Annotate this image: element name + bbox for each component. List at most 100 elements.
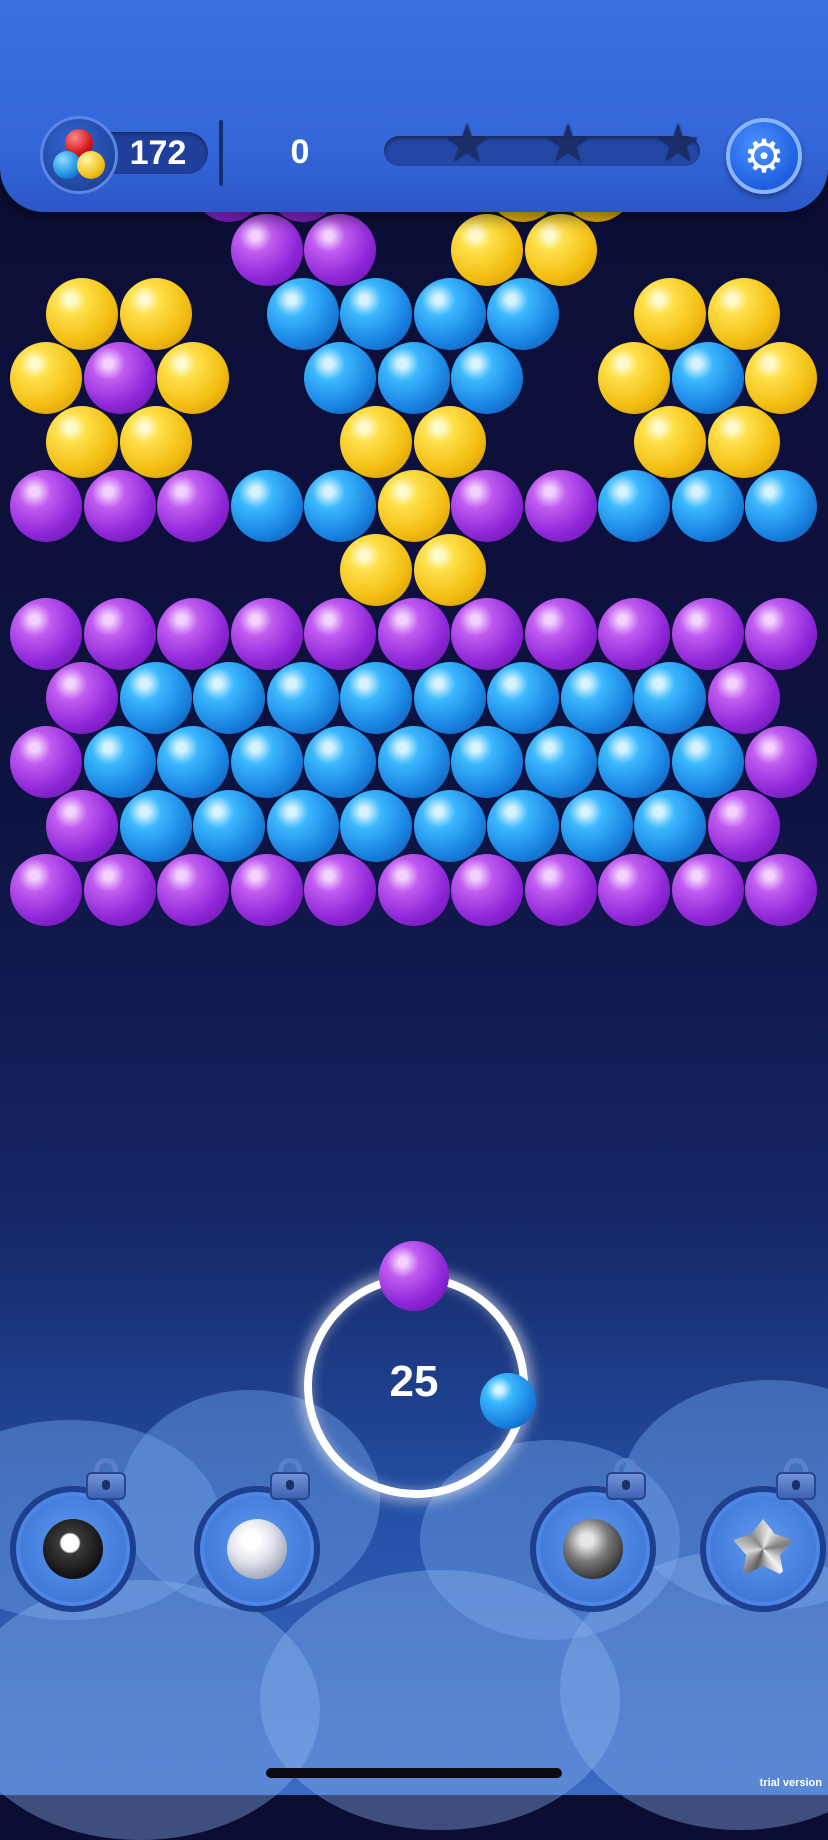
blue-bubble xyxy=(377,342,450,414)
lock-icon xyxy=(606,1458,646,1500)
purple-bubble xyxy=(10,726,82,798)
balls-icon xyxy=(40,116,118,194)
yellow-bubble xyxy=(10,342,82,414)
purple-bubble xyxy=(304,598,376,670)
purple-bubble xyxy=(83,598,156,670)
purple-bubble xyxy=(451,854,523,926)
bomb-icon xyxy=(563,1519,623,1579)
purple-bubble xyxy=(157,598,229,670)
purple-bubble xyxy=(230,214,303,286)
purple-bubble xyxy=(451,598,523,670)
purple-bubble xyxy=(230,598,303,670)
booster-skull-bomb[interactable] xyxy=(10,1486,136,1612)
blue-bubble xyxy=(671,726,744,798)
purple-bubble xyxy=(598,598,670,670)
blue-bubble xyxy=(413,790,486,862)
purple-bubble xyxy=(10,470,82,542)
lock-icon xyxy=(776,1458,816,1500)
next-bubble[interactable] xyxy=(480,1373,536,1429)
current-bubble[interactable] xyxy=(379,1241,449,1311)
purple-bubble xyxy=(524,470,597,542)
blue-bubble xyxy=(340,790,412,862)
blue-bubble xyxy=(304,342,376,414)
settings-button[interactable]: ⚙ xyxy=(726,118,802,194)
yellow-bubble xyxy=(340,534,412,606)
score-value: 0 xyxy=(290,133,310,171)
yellow-bubble xyxy=(707,406,780,478)
blue-bubble xyxy=(340,278,412,350)
purple-bubble xyxy=(304,214,376,286)
booster-bomb[interactable] xyxy=(530,1486,656,1612)
blue-bubble xyxy=(560,662,633,734)
purple-bubble xyxy=(83,470,156,542)
purple-bubble xyxy=(745,854,817,926)
purple-bubble xyxy=(524,598,597,670)
blue-bubble xyxy=(634,790,706,862)
blue-bubble xyxy=(451,342,523,414)
blue-bubble xyxy=(266,278,339,350)
yellow-bubble xyxy=(634,406,706,478)
yellow-bubble xyxy=(451,214,523,286)
yellow-bubble xyxy=(634,278,706,350)
star-icon: ★ xyxy=(544,115,592,173)
blue-bubble xyxy=(193,790,265,862)
purple-bubble xyxy=(598,854,670,926)
skull-bomb-icon xyxy=(43,1519,103,1579)
top-bar: 172 0 ★ ★ ★ ⚙ xyxy=(0,0,828,212)
purple-bubble xyxy=(304,854,376,926)
yellow-bubble xyxy=(157,342,229,414)
blue-bubble xyxy=(340,662,412,734)
blue-bubble xyxy=(193,662,265,734)
blue-bubble xyxy=(230,726,303,798)
purple-bubble xyxy=(707,790,780,862)
blue-bubble xyxy=(524,726,597,798)
blue-bubble xyxy=(377,726,450,798)
ball-count: 172 xyxy=(129,134,187,172)
blue-bubble xyxy=(560,790,633,862)
blue-bubble xyxy=(157,726,229,798)
blue-bubble xyxy=(634,662,706,734)
yellow-bubble xyxy=(707,278,780,350)
blue-bubble xyxy=(83,726,156,798)
purple-bubble xyxy=(451,470,523,542)
yellow-bubble xyxy=(119,406,192,478)
purple-bubble xyxy=(83,342,156,414)
blue-bubble xyxy=(266,662,339,734)
blue-bubble xyxy=(451,726,523,798)
lock-icon xyxy=(270,1458,310,1500)
yellow-bubble xyxy=(377,470,450,542)
blue-bubble xyxy=(230,470,303,542)
blue-bubble xyxy=(487,278,559,350)
yellow-bubble xyxy=(745,342,817,414)
yellow-bubble xyxy=(46,278,118,350)
purple-bubble xyxy=(671,598,744,670)
lock-icon xyxy=(86,1458,126,1500)
blue-bubble xyxy=(413,278,486,350)
purple-bubble xyxy=(377,598,450,670)
blue-bubble xyxy=(119,790,192,862)
star-icon: ★ xyxy=(443,115,491,173)
yellow-bubble xyxy=(119,278,192,350)
yellow-bubble xyxy=(46,406,118,478)
purple-bubble xyxy=(157,854,229,926)
purple-bubble xyxy=(46,790,118,862)
purple-bubble xyxy=(707,662,780,734)
blue-bubble xyxy=(598,470,670,542)
home-indicator[interactable] xyxy=(266,1768,562,1778)
purple-bubble xyxy=(157,470,229,542)
blue-bubble xyxy=(304,470,376,542)
blue-bubble xyxy=(304,726,376,798)
booster-potion[interactable] xyxy=(194,1486,320,1612)
yellow-bubble xyxy=(598,342,670,414)
purple-bubble xyxy=(230,854,303,926)
purple-bubble xyxy=(46,662,118,734)
crystal-icon xyxy=(733,1519,793,1576)
purple-bubble xyxy=(377,854,450,926)
purple-bubble xyxy=(10,598,82,670)
header-divider xyxy=(219,120,223,186)
blue-bubble xyxy=(487,790,559,862)
booster-crystal[interactable] xyxy=(700,1486,826,1612)
yellow-bubble xyxy=(413,534,486,606)
yellow-bubble xyxy=(340,406,412,478)
yellow-bubble xyxy=(413,406,486,478)
